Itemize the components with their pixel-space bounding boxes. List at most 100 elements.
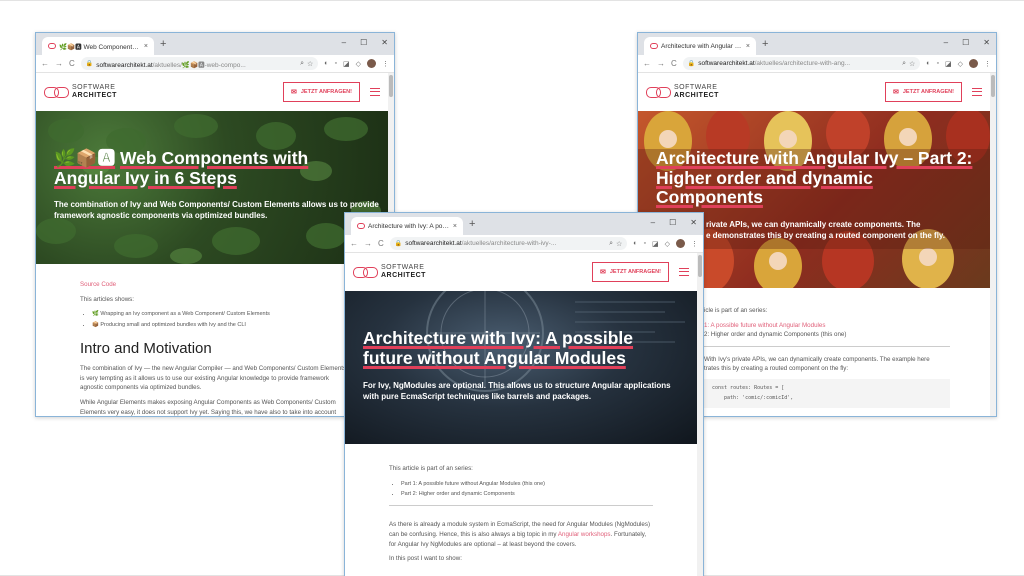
extension-icon[interactable]: ◐: [324, 60, 328, 67]
back-button[interactable]: ←: [643, 59, 651, 68]
translate-icon[interactable]: ◪: [652, 240, 659, 248]
address-bar[interactable]: 🔒 softwarearchitekt.at/aktuelles/archite…: [682, 57, 921, 70]
maximize-button[interactable]: ☐: [360, 37, 367, 49]
screenshot-stage: 🌿📦🅰 Web Components with × + – ☐ ✕ ← → C …: [0, 0, 1024, 576]
forward-button[interactable]: →: [657, 59, 665, 68]
profile-avatar[interactable]: [676, 239, 685, 248]
hamburger-menu-icon[interactable]: [370, 88, 380, 96]
browser-toolbar: ← → C 🔒 softwarearchitekt.at/aktuelles/a…: [345, 235, 703, 253]
bookmark-star-icon[interactable]: ☆: [909, 60, 915, 68]
extension-icon[interactable]: ◇: [665, 240, 670, 248]
logo-mark-icon: [353, 267, 378, 278]
logo-line-1: SOFTWARE: [381, 264, 425, 271]
new-tab-button[interactable]: +: [469, 217, 475, 231]
hamburger-menu-icon[interactable]: [679, 268, 689, 276]
workshops-link[interactable]: Angular workshops: [558, 531, 611, 538]
contact-cta-button[interactable]: ✉ JETZT ANFRAGEN!: [282, 82, 360, 102]
site-logo[interactable]: SOFTWARE ARCHITECT: [353, 264, 426, 280]
close-window-button[interactable]: ✕: [983, 37, 990, 49]
logo-line-1: SOFTWARE: [72, 84, 116, 91]
site-logo[interactable]: SOFTWARE ARCHITECT: [44, 84, 117, 100]
contact-cta-button[interactable]: ✉ JETZT ANFRAGEN!: [591, 262, 669, 282]
site-logo[interactable]: SOFTWARE ARCHITECT: [646, 84, 719, 100]
intro-line: This articles shows:: [80, 295, 134, 303]
bookmark-star-icon[interactable]: ☆: [307, 60, 313, 68]
translate-icon[interactable]: ◪: [343, 60, 350, 68]
profile-avatar[interactable]: [969, 59, 978, 68]
close-tab-icon[interactable]: ×: [144, 43, 148, 50]
extension-icon[interactable]: ▫: [335, 60, 337, 67]
contact-cta-button[interactable]: ✉ JETZT ANFRAGEN!: [884, 82, 962, 102]
source-code-link[interactable]: Source Code: [80, 281, 116, 288]
title-bar: 🌿📦🅰 Web Components with × + – ☐ ✕: [36, 33, 394, 55]
divider: [704, 345, 950, 347]
series-intro: icle is part of an series:: [704, 307, 768, 314]
browser-window-web-components: 🌿📦🅰 Web Components with × + – ☐ ✕ ← → C …: [35, 32, 395, 417]
profile-avatar[interactable]: [367, 59, 376, 68]
close-window-button[interactable]: ✕: [381, 37, 388, 49]
logo-mark-icon: [44, 87, 69, 98]
address-bar[interactable]: 🔒 softwarearchitekt.at/aktuelles/🌿📦🅰-web…: [80, 57, 319, 70]
menu-dots-icon[interactable]: ⋮: [984, 60, 991, 68]
list-item: Part 2: Higher order and dynamic Compone…: [401, 489, 653, 499]
cta-label: JETZT ANFRAGEN!: [300, 89, 352, 95]
browser-tab-active[interactable]: Architecture with Ivy: A possibl ×: [351, 217, 463, 235]
scrollbar[interactable]: [697, 253, 703, 576]
logo-line-2: ARCHITECT: [674, 92, 719, 99]
browser-tab-active[interactable]: Architecture with Angular Ivy – P ×: [644, 37, 756, 55]
hamburger-menu-icon[interactable]: [972, 88, 982, 96]
zoom-icon[interactable]: ⌕: [902, 60, 906, 68]
section-heading: Intro and Motivation: [80, 340, 212, 358]
browser-tab-active[interactable]: 🌿📦🅰 Web Components with ×: [42, 37, 154, 55]
extension-icon[interactable]: ◇: [958, 60, 963, 68]
page-viewport: SOFTWARE ARCHITECT ✉ JETZT ANFRAGEN!: [345, 253, 703, 576]
reload-button[interactable]: C: [378, 239, 384, 248]
minimize-button[interactable]: –: [944, 37, 948, 49]
minimize-button[interactable]: –: [342, 37, 346, 49]
forward-button[interactable]: →: [55, 59, 63, 68]
scrollbar[interactable]: [990, 73, 996, 416]
tab-title: 🌿📦🅰 Web Components with: [59, 44, 141, 51]
translate-icon[interactable]: ◪: [945, 60, 952, 68]
reload-button[interactable]: C: [671, 59, 677, 68]
window-controls: – ☐ ✕: [342, 37, 388, 49]
hero-subtitle: rivate APIs, we can dynamically create c…: [706, 219, 986, 241]
code-block: const routes: Routes = [ path: 'comic/:c…: [704, 379, 950, 409]
close-window-button[interactable]: ✕: [690, 217, 697, 229]
extension-icon[interactable]: ▫: [937, 60, 939, 67]
back-button[interactable]: ←: [350, 239, 358, 248]
zoom-icon[interactable]: ⌕: [300, 60, 304, 68]
site-header: SOFTWARE ARCHITECT ✉ JETZT ANFRAGEN!: [36, 73, 388, 111]
extension-icon[interactable]: ◐: [926, 60, 930, 67]
extension-icon[interactable]: ◐: [633, 240, 637, 247]
new-tab-button[interactable]: +: [762, 37, 768, 51]
code-line: const routes: Routes = [: [712, 385, 785, 392]
menu-dots-icon[interactable]: ⋮: [382, 60, 389, 68]
minimize-button[interactable]: –: [651, 217, 655, 229]
menu-dots-icon[interactable]: ⋮: [691, 240, 698, 248]
page-viewport: SOFTWARE ARCHITECT ✉ JETZT ANFRAGEN!: [36, 73, 394, 416]
hero-subtitle: The combination of Ivy and Web Component…: [54, 200, 379, 221]
close-tab-icon[interactable]: ×: [453, 223, 457, 230]
url-path: /aktuelles/🌿📦🅰-web-compo...: [152, 61, 246, 69]
paragraph: trates this by creating a routed compone…: [704, 365, 849, 373]
close-tab-icon[interactable]: ×: [746, 43, 750, 50]
back-button[interactable]: ←: [41, 59, 49, 68]
extension-icon[interactable]: ▫: [644, 240, 646, 247]
hero-subtitle: For Ivy, NgModules are optional. This al…: [363, 381, 671, 402]
maximize-button[interactable]: ☐: [962, 37, 969, 49]
extension-icon[interactable]: ◇: [356, 60, 361, 68]
reload-button[interactable]: C: [69, 59, 75, 68]
new-tab-button[interactable]: +: [160, 37, 166, 51]
zoom-icon[interactable]: ⌕: [609, 240, 613, 248]
address-bar[interactable]: 🔒 softwarearchitekt.at/aktuelles/archite…: [389, 237, 628, 250]
site-header: SOFTWARE ARCHITECT ✉ JETZT ANFRAGEN!: [345, 253, 697, 291]
forward-button[interactable]: →: [364, 239, 372, 248]
series-item: 2: Higher order and dynamic Components (…: [704, 331, 847, 339]
list-item: 🌿 Wrapping an Ivy component as a Web Com…: [92, 309, 348, 319]
bookmark-star-icon[interactable]: ☆: [616, 240, 622, 248]
browser-toolbar: ← → C 🔒 softwarearchitekt.at/aktuelles/🌿…: [36, 55, 394, 73]
envelope-icon: ✉: [599, 269, 606, 276]
series-link[interactable]: 1: A possible future without Angular Mod…: [704, 322, 825, 329]
maximize-button[interactable]: ☐: [669, 217, 676, 229]
